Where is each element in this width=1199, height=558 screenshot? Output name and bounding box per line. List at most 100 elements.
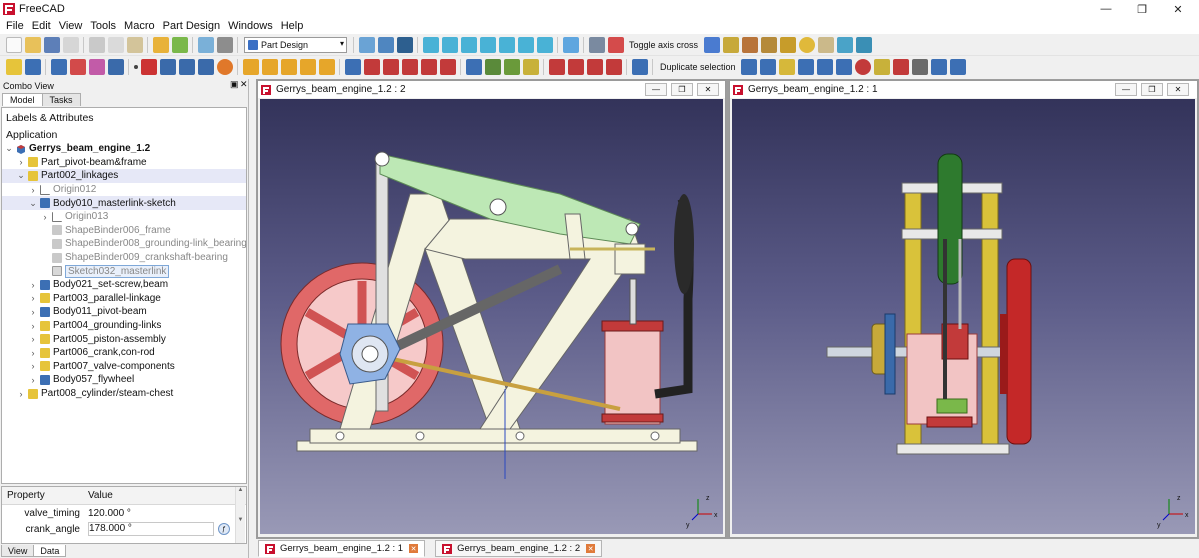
workbench-selector[interactable]: Part Design ▾ — [244, 36, 347, 53]
3d-viewport-side[interactable]: z x y — [260, 99, 723, 534]
additive-primitive-icon[interactable] — [318, 59, 335, 75]
menu-windows[interactable]: Windows — [224, 18, 277, 34]
tree-item-body[interactable]: › Body057_flywheel — [2, 373, 246, 387]
chevron-right-icon[interactable]: › — [28, 307, 38, 317]
duplicate-selection-button[interactable]: Duplicate selection — [660, 62, 736, 72]
chevron-right-icon[interactable]: › — [28, 361, 38, 371]
macro-icon-1[interactable] — [703, 36, 720, 53]
minimize-button[interactable]: — — [1088, 0, 1124, 18]
cut-icon[interactable] — [88, 36, 105, 53]
view-minimize-button[interactable]: — — [645, 83, 667, 96]
undo-icon[interactable] — [152, 36, 169, 53]
property-value-input[interactable]: 178.000 ° — [88, 522, 214, 536]
document-tab[interactable]: Gerrys_beam_engine_1.2 : 1 ✕ — [258, 540, 426, 557]
chevron-down-icon[interactable]: ⌄ — [16, 170, 26, 181]
expression-binding-icon[interactable]: ƒ — [218, 523, 230, 535]
tab-model[interactable]: Model — [2, 93, 43, 106]
macro-icon-7[interactable] — [817, 36, 834, 53]
copy-icon[interactable] — [107, 36, 124, 53]
view-right-icon[interactable] — [479, 36, 496, 53]
tree-item-body[interactable]: ⌄ Body010_masterlink-sketch — [2, 196, 246, 210]
tree-item-part[interactable]: › Part003_parallel-linkage — [2, 292, 246, 306]
float-panel-icon[interactable]: ▣ — [230, 79, 239, 90]
menu-tools[interactable]: Tools — [86, 18, 120, 34]
document-tab[interactable]: Gerrys_beam_engine_1.2 : 2 ✕ — [435, 540, 603, 557]
create-group-icon[interactable] — [24, 59, 41, 75]
std-person-icon[interactable] — [588, 36, 605, 53]
pocket-icon[interactable] — [344, 59, 361, 75]
menu-edit[interactable]: Edit — [28, 18, 55, 34]
menu-part-design[interactable]: Part Design — [159, 18, 224, 34]
local-cs-icon[interactable] — [178, 59, 195, 75]
create-sketch-icon[interactable] — [69, 59, 86, 75]
assembly-icon-4[interactable] — [798, 59, 815, 75]
subtractive-loft-icon[interactable] — [401, 59, 418, 75]
close-window-button[interactable]: ✕ — [1160, 0, 1196, 18]
linear-pattern-icon[interactable] — [484, 59, 501, 75]
view-minimize-button[interactable]: — — [1115, 83, 1137, 96]
menu-view[interactable]: View — [55, 18, 87, 34]
view-left-icon[interactable] — [536, 36, 553, 53]
macro-icon-4[interactable] — [760, 36, 777, 53]
tree-item-sketch[interactable]: Sketch032_masterlink — [2, 264, 246, 278]
tree-item-part[interactable]: › Part_pivot-beam&frame — [2, 156, 246, 170]
macro-icon-5[interactable] — [779, 36, 796, 53]
chevron-right-icon[interactable]: › — [28, 293, 38, 303]
assembly-icon-11[interactable] — [931, 59, 948, 75]
tree-item-part[interactable]: › Part008_cylinder/steam-chest — [2, 387, 246, 401]
assembly-icon-3[interactable] — [779, 59, 796, 75]
menu-file[interactable]: File — [2, 18, 28, 34]
paste-icon[interactable] — [126, 36, 143, 53]
assembly-icon-2[interactable] — [760, 59, 777, 75]
create-body-icon[interactable] — [50, 59, 67, 75]
fit-all-icon[interactable] — [358, 36, 375, 53]
tree-item-origin[interactable]: › Origin012 — [2, 183, 246, 197]
view-top-icon[interactable] — [460, 36, 477, 53]
tree-item-part[interactable]: ⌄ Part002_linkages — [2, 169, 246, 183]
validate-sketch-icon[interactable] — [88, 59, 105, 75]
whats-this-icon[interactable] — [216, 36, 233, 53]
groove-icon[interactable] — [382, 59, 399, 75]
macro-icon-9[interactable] — [855, 36, 872, 53]
chevron-right-icon[interactable]: › — [28, 334, 38, 344]
tree-item-part[interactable]: › Part006_crank,con-rod — [2, 346, 246, 360]
view-bottom-icon[interactable] — [517, 36, 534, 53]
close-tab-icon[interactable]: ✕ — [586, 544, 596, 553]
tree-item-part[interactable]: › Part007_valve-components — [2, 360, 246, 374]
chevron-down-icon[interactable]: ⌄ — [28, 198, 38, 209]
property-scrollbar[interactable]: ▲ ▼ — [235, 487, 245, 543]
subtractive-primitive-icon[interactable] — [439, 59, 456, 75]
thickness-icon[interactable] — [605, 59, 622, 75]
assembly-icon-8[interactable] — [874, 59, 891, 75]
view-isometric-icon[interactable] — [422, 36, 439, 53]
boolean-icon[interactable] — [631, 59, 648, 75]
tree-item-shapebinder[interactable]: ShapeBinder008_grounding-link_bearing — [2, 237, 246, 251]
open-folder-icon[interactable] — [24, 36, 41, 53]
tree-item-body[interactable]: › Body021_set-screw,beam — [2, 278, 246, 292]
measure-distance-icon[interactable] — [562, 36, 579, 53]
pad-icon[interactable] — [242, 59, 259, 75]
std-recompute-icon[interactable] — [607, 36, 624, 53]
line-icon[interactable] — [140, 59, 157, 75]
chevron-right-icon[interactable]: › — [16, 157, 26, 167]
maximize-button[interactable]: ❐ — [1124, 0, 1160, 18]
chevron-right-icon[interactable]: › — [28, 280, 38, 290]
chevron-right-icon[interactable]: › — [28, 348, 38, 358]
view-close-button[interactable]: ✕ — [697, 83, 719, 96]
assembly-icon-9[interactable] — [893, 59, 910, 75]
macro-icon-3[interactable] — [741, 36, 758, 53]
chevron-down-icon[interactable]: ⌄ — [4, 143, 14, 154]
menu-help[interactable]: Help — [277, 18, 308, 34]
assembly-icon-7[interactable] — [855, 59, 872, 75]
view-rear-icon[interactable] — [498, 36, 515, 53]
tree-item-document[interactable]: ⌄ Gerrys_beam_engine_1.2 — [2, 142, 246, 156]
macro-icon-2[interactable] — [722, 36, 739, 53]
hole-icon[interactable] — [363, 59, 380, 75]
tab-view[interactable]: View — [1, 545, 35, 557]
subtractive-pipe-icon[interactable] — [420, 59, 437, 75]
chevron-right-icon[interactable]: › — [40, 212, 50, 222]
view-maximize-button[interactable]: ❐ — [1141, 83, 1163, 96]
3d-viewport-front[interactable]: z x y — [732, 99, 1195, 534]
toggle-axis-cross-button[interactable]: Toggle axis cross — [629, 40, 698, 50]
revolution-icon[interactable] — [261, 59, 278, 75]
